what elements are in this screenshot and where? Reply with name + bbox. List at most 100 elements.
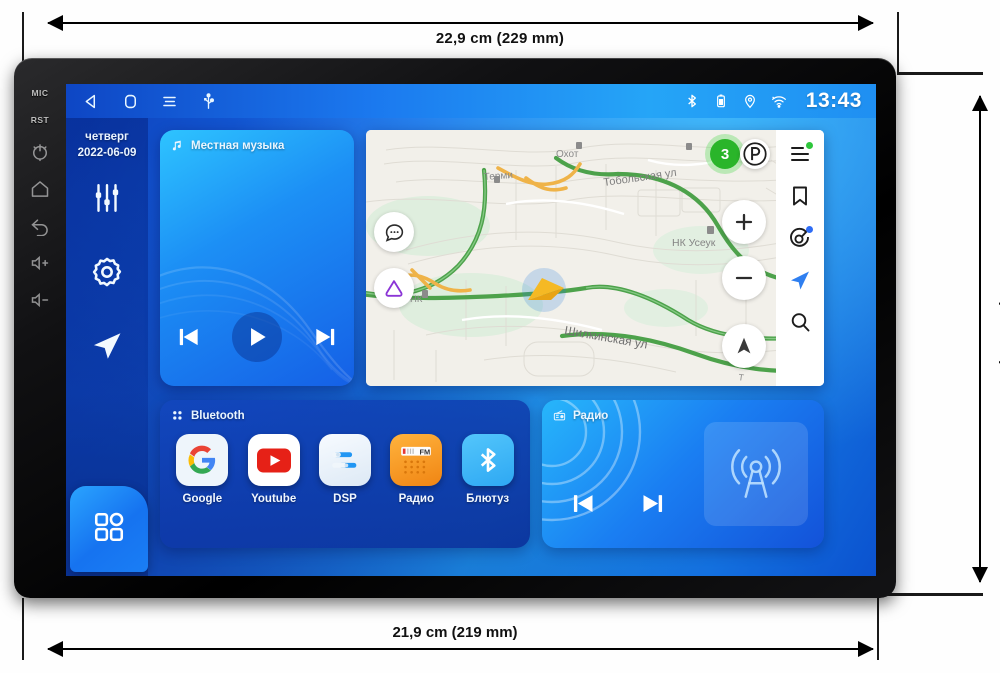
- dsp-icon: [332, 452, 357, 468]
- apps-dots-icon: [171, 409, 184, 422]
- bookmark-icon[interactable]: [788, 184, 812, 208]
- map-chat-button[interactable]: [374, 212, 414, 252]
- youtube-icon: [256, 447, 291, 473]
- gear-icon: [90, 255, 124, 289]
- device-left-bezel: MIC RST: [14, 58, 66, 598]
- date-label: 2022-06-09: [77, 146, 137, 159]
- navigation-arrow-icon: [90, 329, 124, 363]
- youtube-tile: [247, 434, 300, 486]
- bluetooth-tile: [461, 434, 514, 486]
- mic-label: MIC: [31, 88, 49, 98]
- head-unit-screen: 13:43 четверг 2022-06-09 Местная музыка …: [66, 84, 876, 576]
- bottom-dimension-arrow: [47, 641, 874, 657]
- status-clock: 13:43: [805, 89, 862, 112]
- bottom-dimension-tick-left: [22, 598, 24, 660]
- map-widget-card[interactable]: Терми Охот Тобольская ул НК Усеук Шилкин…: [366, 130, 824, 386]
- app-label-dsp: DSP: [333, 493, 357, 505]
- bottom-dimension-label: 21,9 cm (219 mm): [392, 624, 518, 641]
- menu-icon[interactable]: [788, 142, 813, 166]
- app-item-dsp[interactable]: DSP: [316, 434, 374, 505]
- google-tile: [176, 434, 229, 486]
- apps-grid-icon: [92, 510, 126, 549]
- music-widget-card[interactable]: Местная музыка: [160, 130, 354, 386]
- music-transport-controls: [160, 312, 354, 362]
- bluetooth-icon: [480, 448, 496, 472]
- previous-station-button[interactable]: [570, 490, 597, 522]
- dock-item-apps[interactable]: [70, 486, 148, 572]
- android-status-bar: 13:43: [66, 84, 876, 118]
- apps-row: Google Youtube DSP FM Радио Блютуз: [160, 434, 530, 505]
- svg-text:Охот: Охот: [556, 149, 579, 160]
- map-zoom-in-button[interactable]: [722, 200, 766, 244]
- radio-icon: [553, 409, 566, 422]
- radio-wave-decoration: [542, 400, 642, 522]
- discover-notification-dot: [806, 226, 813, 233]
- radio-artwork: [704, 422, 808, 526]
- apps-card-header: Bluetooth: [171, 409, 245, 422]
- back-icon[interactable]: [82, 92, 101, 111]
- power-icon[interactable]: [30, 142, 50, 162]
- battery-icon: [713, 93, 729, 109]
- app-item-radio[interactable]: FM Радио: [387, 434, 445, 505]
- previous-track-button[interactable]: [176, 324, 202, 350]
- top-dimension-label: 22,9 cm (229 mm): [435, 30, 565, 47]
- home-icon[interactable]: [30, 179, 50, 199]
- wifi-icon: [771, 93, 787, 109]
- dock-item-equalizer[interactable]: [66, 161, 148, 235]
- weekday-label: четверг: [85, 131, 129, 143]
- svg-text:НК Усеук: НК Усеук: [672, 237, 716, 249]
- dock-item-navigation[interactable]: [66, 309, 148, 383]
- bottom-dimension-tick-right: [877, 592, 879, 660]
- music-card-title: Местная музыка: [191, 139, 285, 152]
- app-item-google[interactable]: Google: [173, 434, 231, 505]
- app-label-google: Google: [182, 493, 223, 505]
- dock-item-settings[interactable]: [66, 235, 148, 309]
- dsp-tile: [318, 434, 371, 486]
- music-card-header: Местная музыка: [171, 139, 284, 152]
- home-icon[interactable]: [121, 92, 140, 111]
- bluetooth-icon: [684, 93, 700, 109]
- parking-button[interactable]: [740, 139, 770, 169]
- date-display: четверг 2022-06-09: [66, 118, 148, 161]
- apps-widget-card: Bluetooth Google Youtube DSP FM Радио Бл…: [160, 400, 530, 548]
- next-track-button[interactable]: [312, 324, 338, 350]
- left-dock: четверг 2022-06-09: [66, 118, 148, 576]
- play-button[interactable]: [232, 312, 282, 362]
- reset-label: RST: [30, 115, 50, 125]
- apps-card-title: Bluetooth: [191, 409, 245, 422]
- app-item-youtube[interactable]: Youtube: [245, 434, 303, 505]
- top-dimension-arrow: [47, 15, 874, 31]
- map-side-rail: [776, 130, 824, 386]
- traffic-level-badge[interactable]: 3: [710, 139, 740, 169]
- search-icon[interactable]: [788, 310, 812, 334]
- radio-tile: FM: [390, 434, 443, 486]
- svg-text:FM: FM: [420, 447, 431, 456]
- map-compass-button[interactable]: [722, 324, 766, 368]
- app-label-bluetooth: Блютуз: [466, 493, 510, 505]
- discover-icon[interactable]: [788, 226, 813, 250]
- map-zoom-out-button[interactable]: [722, 256, 766, 300]
- menu-notification-dot: [806, 142, 813, 149]
- google-icon: [188, 445, 216, 474]
- music-note-icon: [171, 139, 184, 152]
- navigation-arrow-icon[interactable]: [788, 268, 812, 292]
- svg-text:Терми: Терми: [483, 170, 513, 183]
- next-station-button[interactable]: [639, 490, 666, 522]
- radio-fm-icon: FM: [401, 446, 432, 474]
- radio-tower-icon: [731, 449, 781, 498]
- right-dimension-arrow: [972, 95, 988, 583]
- screenshot-root: 22,9 cm (229 mm) 21,9 cm (219 mm) 12,9 c…: [0, 0, 1000, 673]
- right-dimension-tick-top: [897, 72, 983, 75]
- map-layers-button[interactable]: [374, 268, 414, 308]
- usb-icon[interactable]: [199, 92, 218, 111]
- volume-down-icon[interactable]: [30, 290, 50, 310]
- status-tray: 13:43: [684, 89, 876, 113]
- recents-icon[interactable]: [160, 92, 179, 111]
- radio-widget-card[interactable]: Радио: [542, 400, 824, 548]
- app-item-bluetooth[interactable]: Блютуз: [459, 434, 517, 505]
- radio-transport-controls: [570, 490, 666, 522]
- back-icon[interactable]: [30, 216, 50, 236]
- location-pin-icon: [742, 93, 758, 109]
- radio-card-title: Радио: [573, 409, 609, 422]
- volume-up-icon[interactable]: [30, 253, 50, 273]
